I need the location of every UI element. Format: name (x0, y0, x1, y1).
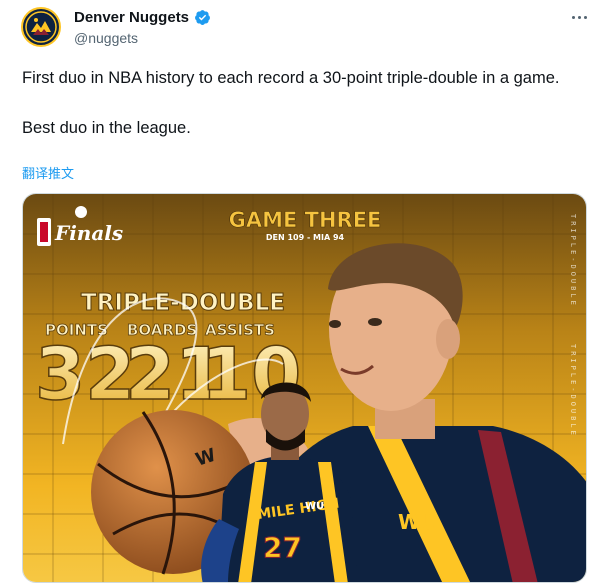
side-text: TRIPLE-DOUBLE (569, 214, 577, 308)
stat-value-points: 32 (35, 332, 135, 416)
tweet-media-image[interactable]: Finals GAME THREE DEN 109 - MIA 94 TRIPL… (22, 193, 587, 583)
side-text-2: TRIPLE-DOUBLE (569, 344, 577, 438)
game-score: DEN 109 - MIA 94 (266, 233, 345, 242)
nuggets-logo-icon (25, 11, 57, 43)
tweet-text-line-2: Best duo in the league. (22, 119, 191, 137)
game-title: GAME THREE (229, 208, 382, 232)
account-handle[interactable]: @nuggets (74, 30, 138, 46)
tweet-text-line-1: First duo in NBA history to each record … (22, 69, 560, 87)
more-options-icon[interactable] (568, 10, 590, 24)
avatar[interactable] (21, 7, 61, 47)
finals-brand-text: Finals (54, 221, 123, 245)
tweet-text: First duo in NBA history to each record … (22, 66, 562, 141)
verified-badge-icon (195, 10, 210, 25)
jersey-sponsor-large: WU (398, 510, 436, 534)
translate-tweet-link[interactable]: 翻译推文 (22, 163, 74, 182)
jersey-number: 27 (263, 531, 302, 564)
jersey-sponsor-small: WU (305, 501, 324, 512)
display-name[interactable]: Denver Nuggets (74, 9, 189, 26)
account-name-row: Denver Nuggets (74, 9, 211, 26)
finals-graphic: Finals GAME THREE DEN 109 - MIA 94 TRIPL… (23, 194, 586, 582)
